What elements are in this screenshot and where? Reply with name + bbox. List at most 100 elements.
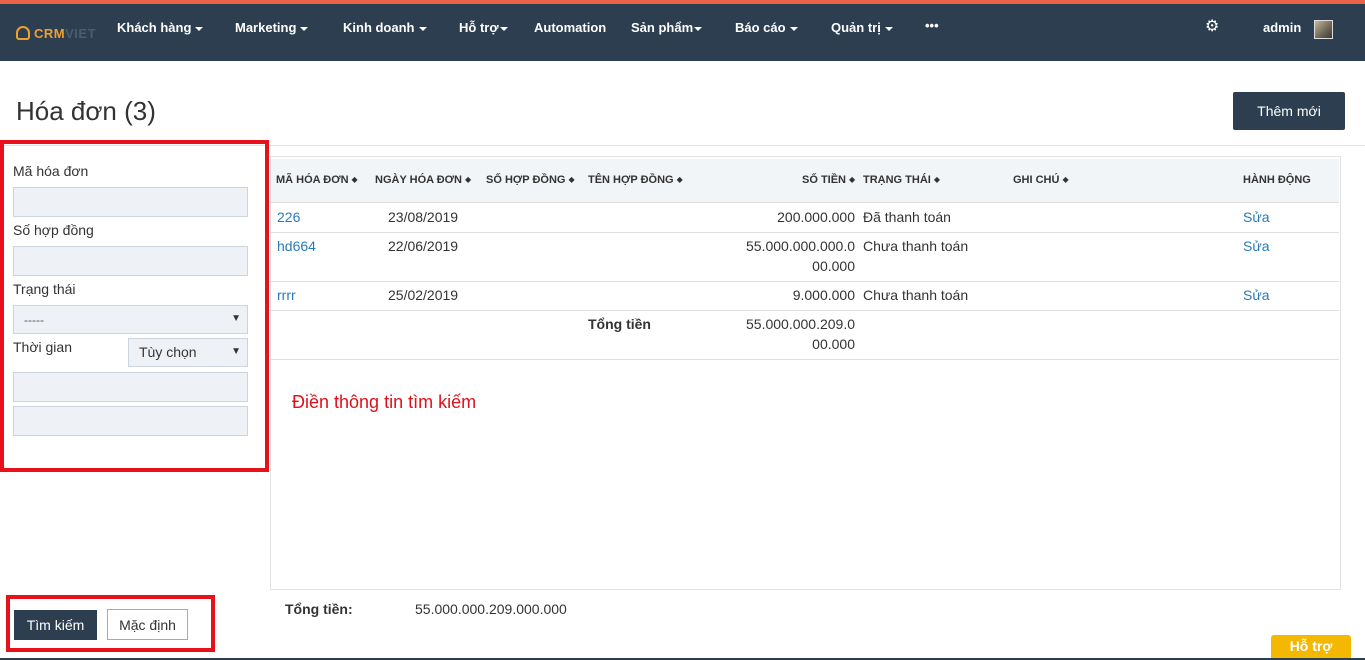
- invoice-date: 23/08/2019: [388, 209, 459, 225]
- gear-icon[interactable]: ⚙: [1205, 19, 1221, 35]
- dropdown-arrow-icon: ▼: [231, 346, 241, 357]
- amount-line: 55.000.000.209.0: [746, 316, 855, 332]
- logo-text-viet: VIET: [65, 25, 97, 41]
- invoice-status: Chưa thanh toán: [863, 287, 969, 303]
- th-label: TÊN HỢP ĐỒNG: [588, 174, 674, 186]
- nav-label: Quản trị: [831, 20, 881, 35]
- caret-down-icon: [789, 26, 798, 31]
- th-invoice-code[interactable]: MÃ HÓA ĐƠN ◆: [276, 174, 358, 186]
- annotation-text: Điền thông tin tìm kiếm: [292, 392, 477, 412]
- invoice-date: 25/02/2019: [388, 287, 459, 303]
- invoice-code-link[interactable]: hd664: [277, 238, 316, 254]
- grand-total-value: 55.000.000.209.000.000: [415, 601, 567, 617]
- grand-total-label: Tổng tiền:: [285, 601, 353, 617]
- th-label: MÃ HÓA ĐƠN: [276, 174, 349, 186]
- amount-line: 00.000: [812, 258, 855, 274]
- sort-icon: ◆: [676, 175, 683, 184]
- nav-label: Marketing: [235, 20, 297, 35]
- logo[interactable]: CRM VIET: [16, 24, 96, 42]
- logo-text-crm: CRM: [34, 25, 66, 41]
- amount-line: 55.000.000.000.0: [746, 238, 855, 254]
- th-actions: HÀNH ĐỘNG: [1243, 174, 1311, 186]
- th-invoice-date[interactable]: NGÀY HÓA ĐƠN ◆: [375, 174, 471, 186]
- sort-icon: ◆: [1062, 175, 1069, 184]
- time-select[interactable]: Tùy chọn ▼: [128, 338, 248, 367]
- sort-icon: ◆: [351, 175, 358, 184]
- amount-line: 9.000.000: [792, 287, 855, 303]
- th-label: NGÀY HÓA ĐƠN: [375, 174, 463, 186]
- date-to-input[interactable]: [13, 406, 248, 436]
- amount-line: 200.000.000: [777, 209, 855, 225]
- caret-down-icon: [195, 26, 204, 31]
- invoice-code-input[interactable]: [13, 187, 248, 217]
- edit-link[interactable]: Sửa: [1243, 238, 1270, 254]
- nav-quan-tri[interactable]: Quản trị: [831, 20, 893, 35]
- nav-label: Báo cáo: [735, 20, 786, 35]
- caret-down-icon: [499, 26, 508, 31]
- row-divider: [271, 232, 1339, 233]
- user-menu[interactable]: admin: [1263, 20, 1301, 35]
- sort-icon: ◆: [465, 175, 472, 184]
- nav-kinh-doanh[interactable]: Kinh doanh: [343, 20, 427, 35]
- th-label: SỐ TIỀN: [802, 174, 847, 186]
- th-status[interactable]: TRẠNG THÁI ◆: [863, 174, 940, 186]
- nav-marketing[interactable]: Marketing: [235, 20, 309, 35]
- nav-khach-hang[interactable]: Khách hàng: [117, 20, 204, 35]
- invoice-amount: 55.000.000.000.0 00.000: [700, 236, 855, 276]
- page-title: Hóa đơn (3): [16, 96, 156, 126]
- caret-down-icon: [694, 26, 703, 31]
- contract-no-label: Số hợp đồng: [13, 222, 94, 238]
- search-button[interactable]: Tìm kiếm: [14, 610, 97, 640]
- invoice-amount: 9.000.000: [700, 285, 855, 305]
- date-from-input[interactable]: [13, 372, 248, 402]
- logo-icon: [16, 26, 30, 40]
- nav-san-pham[interactable]: Sản phẩm: [631, 20, 703, 35]
- status-select[interactable]: ----- ▼: [13, 305, 248, 334]
- caret-down-icon: [884, 26, 893, 31]
- th-note[interactable]: GHI CHÚ ◆: [1013, 174, 1069, 186]
- dropdown-arrow-icon: ▼: [231, 313, 241, 324]
- invoice-date: 22/06/2019: [388, 238, 459, 254]
- row-divider: [271, 281, 1339, 282]
- status-label: Trạng thái: [13, 281, 76, 297]
- time-select-value: Tùy chọn: [139, 344, 197, 360]
- th-contract-no[interactable]: SỐ HỢP ĐỒNG ◆: [486, 174, 575, 186]
- nav-more[interactable]: •••: [925, 18, 939, 33]
- sum-amount: 55.000.000.209.0 00.000: [700, 314, 855, 354]
- contract-no-input[interactable]: [13, 246, 248, 276]
- reset-default-button[interactable]: Mặc định: [107, 609, 188, 640]
- invoice-status: Chưa thanh toán: [863, 238, 969, 254]
- th-label: SỐ HỢP ĐỒNG: [486, 174, 566, 186]
- more-icon: •••: [925, 18, 939, 33]
- avatar[interactable]: [1314, 20, 1333, 39]
- help-button[interactable]: Hỗ trợ: [1271, 635, 1351, 660]
- row-divider: [271, 359, 1339, 360]
- sort-icon: ◆: [849, 175, 856, 184]
- nav-label: Automation: [534, 20, 607, 35]
- edit-link[interactable]: Sửa: [1243, 287, 1270, 303]
- caret-down-icon: [418, 26, 427, 31]
- th-contract-name[interactable]: TÊN HỢP ĐỒNG ◆: [588, 174, 683, 186]
- sort-icon: ◆: [933, 175, 940, 184]
- nav-label: Sản phẩm: [631, 20, 694, 35]
- amount-line: 00.000: [812, 336, 855, 352]
- invoice-code-link[interactable]: rrrr: [277, 287, 296, 303]
- nav-label: Kinh doanh: [343, 20, 415, 35]
- time-label: Thời gian: [13, 339, 72, 355]
- invoice-code-label: Mã hóa đơn: [13, 163, 89, 179]
- invoice-amount: 200.000.000: [700, 207, 855, 227]
- edit-link[interactable]: Sửa: [1243, 209, 1270, 225]
- nav-label: Khách hàng: [117, 20, 192, 35]
- add-new-button[interactable]: Thêm mới: [1233, 92, 1345, 130]
- sum-label: Tổng tiền: [588, 316, 651, 332]
- caret-down-icon: [300, 26, 309, 31]
- th-label: GHI CHÚ: [1013, 174, 1060, 186]
- status-select-value: -----: [24, 313, 44, 327]
- nav-ho-tro[interactable]: Hỗ trợ: [459, 20, 508, 35]
- invoice-code-link[interactable]: 226: [277, 209, 300, 225]
- sort-icon: ◆: [568, 175, 575, 184]
- th-amount[interactable]: SỐ TIỀN ◆: [802, 174, 855, 186]
- nav-bao-cao[interactable]: Báo cáo: [735, 20, 798, 35]
- nav-automation[interactable]: Automation: [534, 20, 606, 35]
- invoice-status: Đã thanh toán: [863, 209, 951, 225]
